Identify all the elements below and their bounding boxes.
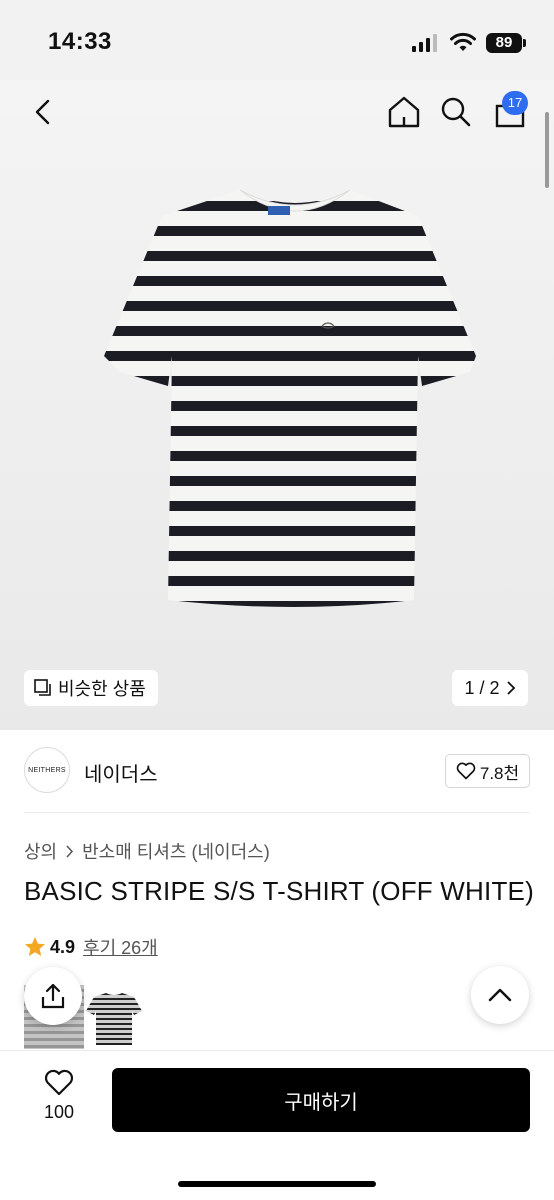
thumbnail-shirt-image: [86, 993, 142, 1045]
home-indicator: [178, 1181, 376, 1187]
chevron-left-icon: [35, 99, 50, 125]
brand-name[interactable]: 네이더스: [84, 758, 158, 787]
chevron-up-icon: [488, 988, 512, 1002]
battery-indicator: 89: [486, 33, 522, 53]
cart-count-badge: 17: [502, 91, 528, 115]
battery-cap: [523, 39, 526, 47]
wishlist-button[interactable]: 100: [30, 1069, 88, 1123]
review-link[interactable]: 후기 26개: [83, 934, 158, 960]
breadcrumb-category[interactable]: 상의: [24, 838, 57, 864]
chevron-right-icon: [66, 844, 74, 858]
rating-value: 4.9: [50, 936, 76, 957]
search-icon: [441, 97, 471, 127]
brand-logo[interactable]: NEITHERS: [24, 747, 70, 793]
similar-items-icon: [34, 679, 51, 696]
brand-like-button[interactable]: 7.8천: [445, 754, 530, 788]
breadcrumb: 상의 반소매 티셔츠 (네이더스): [24, 838, 270, 864]
status-bar: 14:33 89: [0, 0, 554, 80]
share-button[interactable]: [24, 967, 82, 1025]
wifi-icon: [450, 32, 476, 51]
home-icon: [388, 96, 420, 128]
buy-button[interactable]: 구매하기: [112, 1068, 530, 1132]
product-image[interactable]: [100, 186, 490, 610]
cellular-signal-icon: [412, 34, 437, 52]
product-thumbnail[interactable]: [84, 985, 144, 1049]
rating-row: 4.9 후기 26개: [24, 934, 158, 960]
page-indicator-label: 1 / 2: [464, 677, 500, 698]
heart-icon: [456, 762, 476, 780]
scrollbar[interactable]: [545, 112, 549, 188]
star-icon: [25, 937, 45, 956]
brand-like-count: 7.8천: [479, 763, 520, 783]
wishlist-count: 100: [43, 1102, 75, 1122]
back-button[interactable]: [24, 94, 60, 130]
search-button[interactable]: [436, 92, 476, 132]
share-icon: [41, 983, 65, 1009]
bottom-action-bar: 100 구매하기: [0, 1050, 554, 1200]
similar-products-button[interactable]: 비슷한 상품: [24, 670, 158, 706]
divider: [24, 812, 530, 813]
scroll-to-top-button[interactable]: [471, 966, 529, 1024]
product-title: BASIC STRIPE S/S T-SHIRT (OFF WHITE): [24, 876, 534, 906]
heart-icon: [44, 1069, 74, 1096]
status-time: 14:33: [48, 28, 112, 55]
similar-products-label: 비슷한 상품: [58, 679, 146, 699]
breadcrumb-subcategory[interactable]: 반소매 티셔츠 (네이더스): [82, 838, 270, 864]
chevron-right-icon: [506, 681, 515, 695]
home-button[interactable]: [384, 92, 424, 132]
product-gallery[interactable]: 17 비슷한 상품 1 / 2: [0, 80, 554, 730]
gallery-page-indicator[interactable]: 1 / 2: [452, 670, 528, 706]
